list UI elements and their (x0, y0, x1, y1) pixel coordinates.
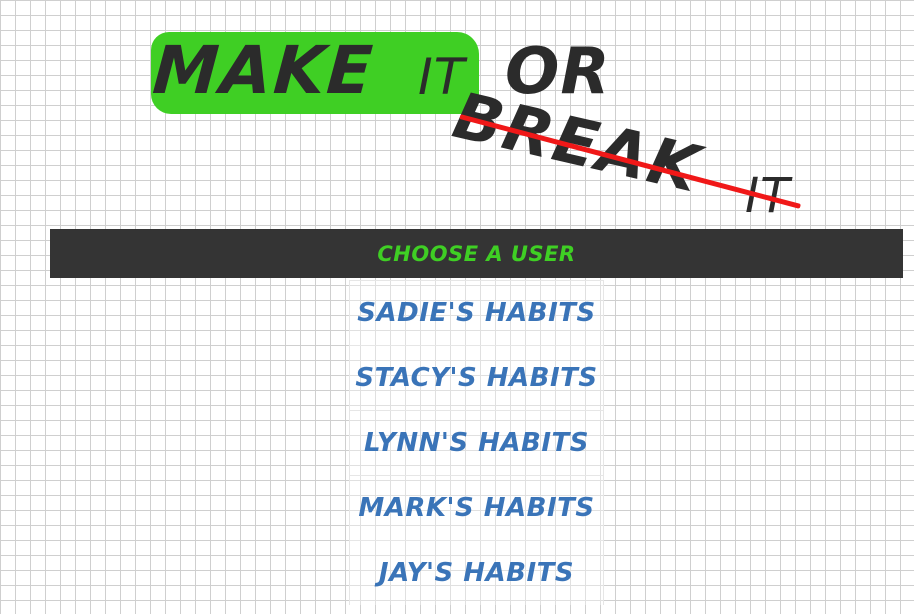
user-list-item: Stacy's Habits (349, 345, 604, 410)
user-link-stacy[interactable]: Stacy's Habits (355, 363, 597, 393)
user-link-jay[interactable]: Jay's Habits (379, 558, 574, 588)
app-logo: Make it or Break it (0, 0, 914, 230)
user-link-sadie[interactable]: Sadie's Habits (357, 298, 595, 328)
logo-word-it-first: it (418, 48, 466, 106)
user-list: Sadie's Habits Stacy's Habits Lynn's Hab… (349, 280, 604, 605)
user-list-item: Jay's Habits (349, 540, 604, 605)
user-link-mark[interactable]: Mark's Habits (358, 493, 594, 523)
user-list-item: Mark's Habits (349, 475, 604, 540)
choose-user-header: Choose a user (50, 229, 903, 278)
user-list-item: Sadie's Habits (349, 280, 604, 345)
user-link-lynn[interactable]: Lynn's Habits (364, 428, 589, 458)
logo-word-make: Make (150, 32, 377, 109)
user-list-item: Lynn's Habits (349, 410, 604, 475)
choose-user-label: Choose a user (377, 241, 576, 266)
